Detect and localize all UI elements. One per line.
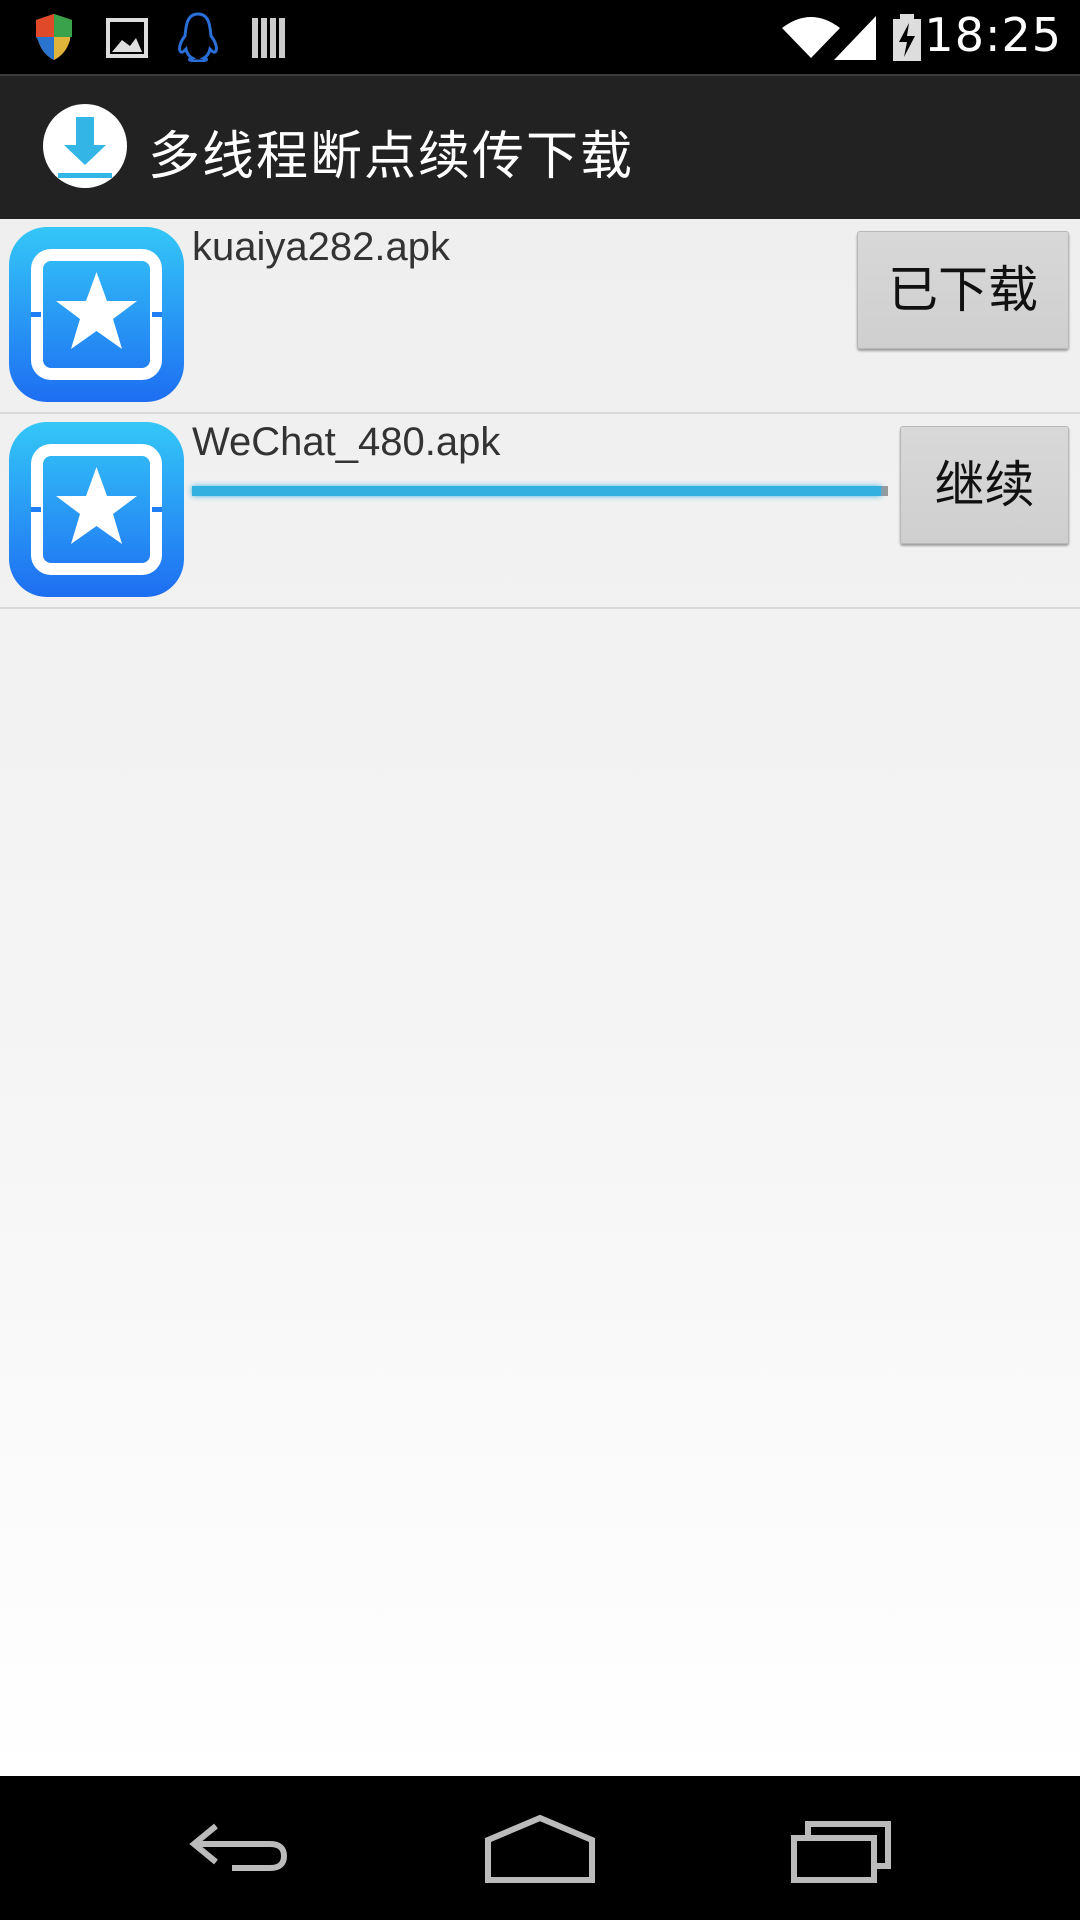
download-item: WeChat_480.apk 继续: [0, 414, 1080, 609]
download-progress-bar: [192, 486, 888, 496]
download-item: kuaiya282.apk 已下载: [0, 219, 1080, 414]
page-title: 多线程断点续传下载: [148, 127, 635, 187]
status-bar: 18:25: [0, 0, 1080, 74]
file-name: WeChat_480.apk: [192, 420, 501, 464]
back-icon[interactable]: [186, 1810, 292, 1890]
shield-icon: [36, 14, 72, 60]
star-app-icon: [9, 227, 184, 402]
downloaded-button[interactable]: 已下载: [857, 231, 1069, 349]
qq-penguin-icon: [178, 12, 218, 62]
image-icon: [106, 18, 148, 58]
continue-button[interactable]: 继续: [900, 426, 1069, 544]
clock: 18:25: [924, 8, 1062, 62]
signal-icon: [834, 16, 876, 60]
home-icon[interactable]: [484, 1810, 596, 1890]
file-name: kuaiya282.apk: [192, 225, 450, 269]
battery-charging-icon: [893, 14, 921, 61]
navigation-bar: [0, 1776, 1080, 1920]
action-bar: 多线程断点续传下载: [0, 74, 1080, 221]
recent-apps-icon[interactable]: [790, 1810, 894, 1890]
star-app-icon: [9, 422, 184, 597]
download-progress-fill: [192, 486, 882, 496]
download-icon[interactable]: [42, 103, 128, 189]
download-list: kuaiya282.apk 已下载 WeChat_480.apk 继续: [0, 219, 1080, 1776]
barcode-icon: [252, 18, 285, 58]
